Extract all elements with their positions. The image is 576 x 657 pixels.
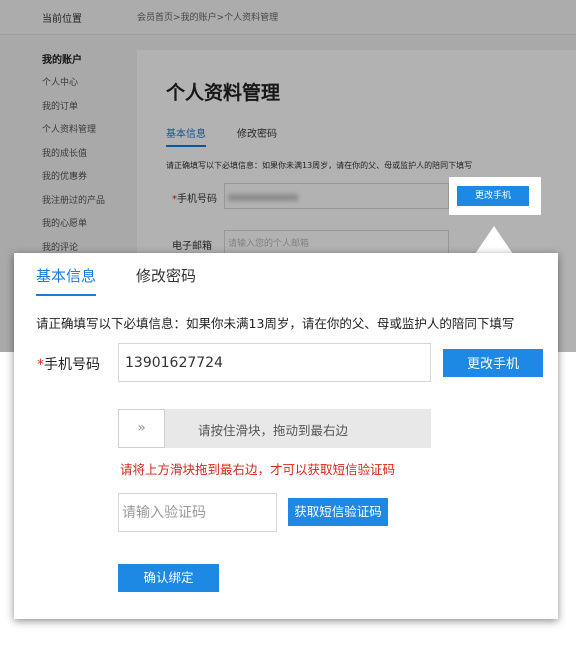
double-chevron-right-icon: » [137, 420, 146, 436]
slider-captcha-track: » 请按住滑块，拖动到最右边 [118, 409, 431, 448]
phone-field[interactable] [118, 343, 431, 382]
slider-hint: 请按住滑块，拖动到最右边 [198, 423, 349, 438]
bg-change-phone-button[interactable]: 更改手机 [457, 186, 529, 206]
form-note: 请正确填写以下必填信息：如果你未满13周岁，请在你的父、母或监护人的陪同下填写 [36, 316, 515, 331]
slider-handle[interactable]: » [118, 409, 165, 448]
tab-basic-info[interactable]: 基本信息 [36, 265, 97, 296]
callout-pointer [475, 226, 513, 254]
highlight-callout: 更改手机 [449, 177, 541, 215]
change-phone-button[interactable]: 更改手机 [443, 349, 543, 377]
required-star: * [37, 357, 44, 373]
slider-error-message: 请将上方滑块拖到最右边，才可以获取短信验证码 [120, 462, 396, 477]
get-sms-code-button[interactable]: 获取短信验证码 [288, 498, 388, 526]
tab-change-password[interactable]: 修改密码 [136, 265, 196, 286]
verification-code-input[interactable] [118, 493, 277, 532]
zoom-panel: 基本信息 修改密码 请正确填写以下必填信息：如果你未满13周岁，请在你的父、母或… [14, 253, 558, 619]
phone-label: *手机号码 [37, 357, 100, 373]
confirm-bind-button[interactable]: 确认绑定 [118, 564, 219, 592]
